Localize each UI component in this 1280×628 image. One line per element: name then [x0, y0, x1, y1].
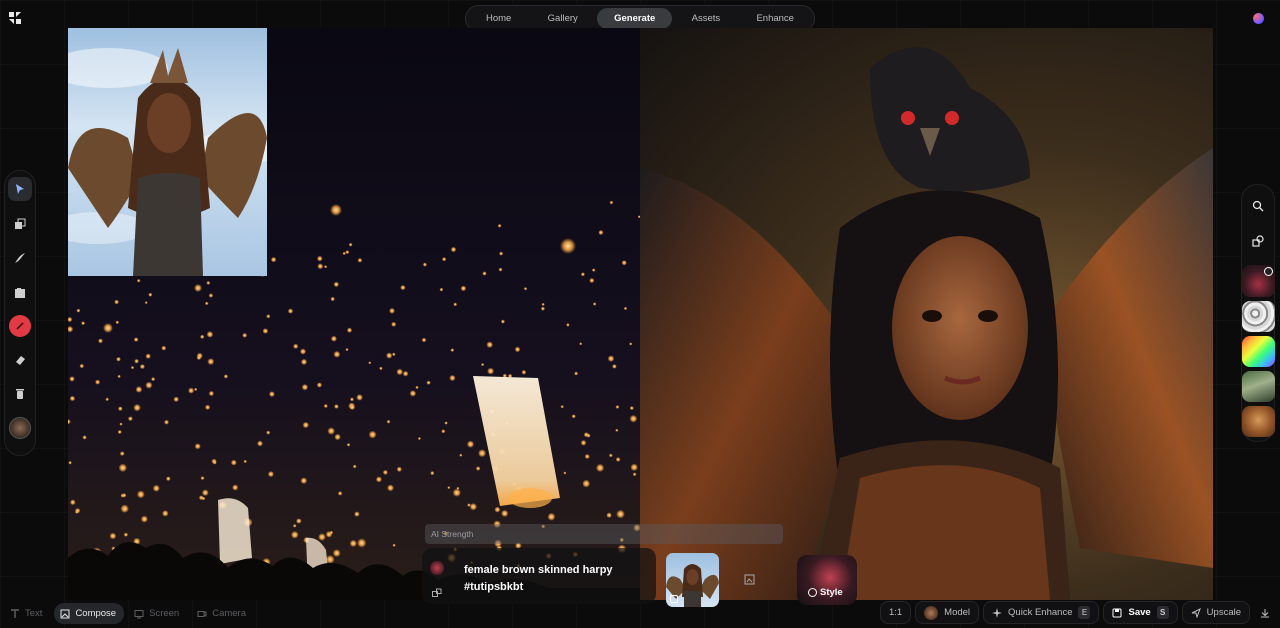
tab-enhance[interactable]: Enhance	[739, 8, 811, 29]
style-icon	[808, 588, 817, 597]
search-button[interactable]	[1247, 196, 1269, 217]
tab-assets[interactable]: Assets	[675, 8, 738, 29]
text-icon	[11, 608, 19, 618]
style-swatch-5[interactable]	[1241, 405, 1275, 438]
download-button[interactable]	[1254, 601, 1276, 624]
camera-icon	[197, 610, 207, 617]
mode-text[interactable]: Text	[4, 603, 50, 624]
brush-tool[interactable]	[8, 246, 32, 270]
select-tool[interactable]	[8, 177, 32, 201]
aspect-ratio-label: 1:1	[888, 607, 903, 618]
user-thumb[interactable]	[9, 416, 31, 439]
layers-icon	[15, 218, 26, 229]
shapes-icon	[1252, 235, 1264, 247]
save-label: Save	[1128, 607, 1151, 618]
ai-strength-slider[interactable]: AI Strength	[425, 524, 783, 544]
mode-compose[interactable]: Compose	[54, 603, 125, 624]
left-toolbar	[4, 170, 36, 456]
prompt-image-thumb[interactable]	[666, 553, 719, 607]
color-picker-icon	[16, 322, 24, 330]
save-icon	[1112, 608, 1122, 617]
aspect-ratio-button[interactable]: 1:1	[879, 601, 912, 624]
image-icon	[15, 287, 25, 298]
compose-icon	[60, 609, 70, 618]
style-swatch-4[interactable]	[1241, 370, 1275, 402]
upscale-label: Upscale	[1206, 607, 1241, 618]
save-button[interactable]: Save S	[1103, 601, 1178, 624]
download-icon	[1261, 608, 1269, 617]
save-shortcut: S	[1156, 606, 1169, 619]
pointer-icon	[16, 184, 24, 194]
right-toolbar	[1241, 184, 1275, 442]
delete-tool[interactable]	[8, 382, 32, 406]
image-tool[interactable]	[8, 281, 32, 305]
screen-icon	[134, 609, 144, 618]
trash-icon	[16, 389, 24, 399]
mode-screen[interactable]: Screen	[128, 603, 187, 624]
upscale-button[interactable]: Upscale	[1181, 601, 1250, 624]
mode-screen-label: Screen	[149, 608, 180, 619]
model-thumb	[924, 605, 939, 620]
eraser-tool[interactable]	[8, 348, 32, 372]
mode-camera-label: Camera	[212, 608, 247, 619]
mode-switcher: Text Compose Screen Camera	[4, 603, 254, 624]
add-image-icon[interactable]	[744, 573, 756, 585]
reference-portrait-image[interactable]	[68, 28, 267, 276]
quick-enhance-label: Quick Enhance	[1008, 607, 1073, 618]
tab-generate[interactable]: Generate	[597, 8, 673, 29]
selected-check-icon	[1263, 267, 1273, 277]
prompt-text[interactable]: female brown skinned harpy #tutipsbkbt	[464, 562, 644, 596]
tab-home[interactable]: Home	[469, 8, 528, 29]
thumb-badge-icon	[670, 595, 678, 603]
mode-camera[interactable]: Camera	[191, 603, 254, 624]
generated-harpy-image[interactable]	[640, 28, 1213, 600]
model-button[interactable]: Model	[915, 601, 980, 624]
style-swatch-2[interactable]	[1241, 300, 1275, 332]
action-bar: 1:1 Model Quick Enhance E Save S Upscale	[879, 601, 1276, 624]
style-button[interactable]: Style	[808, 587, 843, 598]
style-label: Style	[820, 587, 843, 598]
prompt-style-thumb	[430, 561, 444, 575]
style-swatch-1[interactable]	[1241, 265, 1275, 297]
shapes-button[interactable]	[1247, 231, 1269, 252]
mode-compose-label: Compose	[75, 608, 117, 619]
app-logo[interactable]	[8, 11, 22, 25]
link-icon[interactable]	[432, 588, 442, 598]
quick-enhance-button[interactable]: Quick Enhance E	[983, 601, 1100, 624]
tab-gallery[interactable]: Gallery	[531, 8, 595, 29]
mode-text-label: Text	[25, 608, 43, 619]
sparkle-icon	[992, 607, 1003, 618]
user-avatar[interactable]	[1253, 13, 1264, 24]
send-icon	[1191, 607, 1201, 618]
color-picker-tool[interactable]	[9, 315, 31, 337]
layers-tool[interactable]	[8, 212, 32, 236]
eraser-icon	[16, 355, 25, 365]
search-icon	[1252, 201, 1264, 212]
prompt-card[interactable]: female brown skinned harpy #tutipsbkbt	[422, 548, 656, 604]
quick-enhance-shortcut: E	[1078, 606, 1091, 619]
style-swatch-3[interactable]	[1241, 335, 1275, 367]
brush-icon	[15, 253, 25, 263]
model-label: Model	[944, 607, 971, 618]
